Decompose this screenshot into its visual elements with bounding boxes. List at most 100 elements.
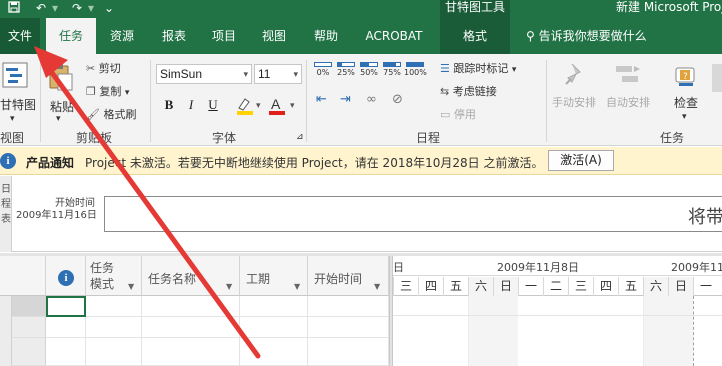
tab-report[interactable]: 报表 [152,18,196,54]
table-cell[interactable] [142,317,240,338]
percent-bar-icon [406,62,424,67]
row-header[interactable] [12,317,46,338]
group-view-label: 视图 [0,131,25,145]
table-cell[interactable] [46,317,86,338]
tab-resource[interactable]: 资源 [100,18,144,54]
activate-button[interactable]: 激活(A) [548,150,614,171]
redo-icon[interactable]: ↷ [72,1,82,15]
gantt-chart-area[interactable] [393,296,722,366]
percent-50-button[interactable]: 50% [358,62,380,77]
save-icon[interactable] [8,1,20,16]
percent-25-button[interactable]: 25% [335,62,357,77]
tab-format[interactable]: 格式 [440,18,510,54]
auto-schedule-button[interactable]: 自动安排 [606,94,650,110]
mark-on-track-button[interactable]: ☰ 跟踪时标记 ▾ [440,60,516,76]
unlink-tasks-icon[interactable]: ⊘ [392,92,403,107]
font-color-button[interactable]: A ▾ [268,96,300,116]
gantt-chart-button[interactable]: 甘特图 [0,96,36,113]
cut-button[interactable]: ✂ 剪切 [86,60,121,76]
day-label: 二 [543,277,568,296]
customize-quick-access-icon[interactable]: ⌄ [104,1,114,15]
copy-button[interactable]: ❐ 复制 ▾ [86,83,129,99]
respect-links-button[interactable]: ⇆ 考虑链接 [440,83,497,99]
highlight-icon: ▾ [237,98,261,115]
notice-title: 产品通知 [26,156,75,170]
tab-view[interactable]: 视图 [254,18,294,54]
column-header-start[interactable]: 开始时间 ▼ [308,256,389,296]
italic-button[interactable]: I [182,96,200,114]
gantt-dropdown-icon[interactable]: ▾ [10,114,15,124]
percent-0-button[interactable]: 0% [312,62,334,77]
row-header[interactable] [12,338,46,366]
tab-task[interactable]: 任务 [46,18,96,54]
inspect-button[interactable]: 检查 [674,94,698,111]
bold-button[interactable]: B [160,96,178,114]
table-cell[interactable] [240,296,308,317]
font-dialog-launcher-icon[interactable]: ⊿ [296,132,304,142]
table-cell[interactable] [142,296,240,317]
column-header-task-mode[interactable]: 任务 模式 ▼ [86,256,142,296]
inactivate-button[interactable]: ▭ 停用 [440,106,476,122]
copy-icon: ❐ [86,85,96,98]
redo-dropdown-icon[interactable]: ▾ [88,1,94,15]
undo-icon[interactable]: ↶ [36,1,46,15]
ribbon: 甘特图 ▾ 视图 粘贴 ▾ ✂ 剪切 ❐ 复制 ▾ 🖌 格式刷 剪贴板 SimS… [0,54,722,146]
search-icon: ⚲ [526,29,535,43]
font-size-select[interactable]: 11 ▾ [254,64,302,84]
day-label: 三 [568,277,593,296]
tab-help[interactable]: 帮助 [306,18,346,54]
format-painter-icon: 🖌 [86,108,100,121]
table-cell[interactable] [86,296,142,317]
underline-button[interactable]: U [204,96,222,114]
table-cell[interactable] [240,317,308,338]
highlight-color-button[interactable]: ▾ [236,96,266,116]
column-header-task-name[interactable]: 任务名称 ▼ [142,256,240,296]
table-cell[interactable] [308,296,389,317]
chevron-down-icon: ▼ [374,282,381,291]
tell-me-box[interactable]: ⚲ 告诉我你想要做什么 [526,18,647,54]
day-label: 一 [518,277,543,296]
chevron-down-icon: ▼ [294,282,301,291]
column-header-duration[interactable]: 工期 ▼ [240,256,308,296]
font-name-select[interactable]: SimSun ▾ [156,64,252,84]
percent-75-button[interactable]: 75% [381,62,403,77]
paste-button[interactable]: 粘贴 [50,98,74,115]
week-label: 2009年11月8日 [497,261,579,274]
indent-icon[interactable]: ⇥ [340,92,351,107]
active-cell[interactable] [46,296,86,317]
tab-acrobat[interactable]: ACROBAT [358,18,430,54]
table-cell[interactable] [308,317,389,338]
table-cell[interactable] [46,338,86,366]
day-label: 五 [443,277,468,296]
percent-100-button[interactable]: 100% [404,62,427,77]
paste-icon [48,62,74,92]
table-cell[interactable] [308,338,389,366]
respect-links-label: 考虑链接 [452,85,497,98]
inspect-icon: ? [672,64,700,92]
tab-file[interactable]: 文件 [0,18,40,54]
undo-dropdown-icon[interactable]: ▾ [52,1,58,15]
table-cell[interactable] [240,338,308,366]
table-cell[interactable] [142,338,240,366]
link-tasks-icon[interactable]: ∞ [366,92,377,107]
paste-dropdown-icon[interactable]: ▾ [56,114,61,124]
gantt-timescale: 日 2009年11月8日 2009年11 三 四 五 六 日 一 二 三 四 五… [393,256,722,296]
select-all-corner[interactable]: i [0,256,74,296]
table-cell[interactable] [86,317,142,338]
row-header[interactable] [12,296,46,317]
format-painter-button[interactable]: 🖌 格式刷 [86,106,136,122]
inspect-dropdown-icon[interactable]: ▾ [682,112,687,122]
outdent-icon[interactable]: ⇤ [316,92,327,107]
manually-schedule-button[interactable]: 手动安排 [552,94,596,110]
week-label: 2009年11 [671,261,722,274]
table-cell[interactable] [86,338,142,366]
font-color-icon: A ▾ [269,96,295,115]
timeline-pane[interactable]: 日程表 开始时间 2009年11月16日 将带 [0,176,722,252]
gantt-view: i i 任务 模式 ▼ 任务名称 ▼ 工期 ▼ 开始时间 ▼ [0,253,722,366]
move-icon[interactable] [712,64,722,92]
tab-project[interactable]: 项目 [204,18,244,54]
timeline-bar[interactable] [104,196,722,232]
day-label: 三 [393,277,418,296]
notice-message: Project 未激活。若要无中断地继续使用 Project，请在 2018年1… [85,156,544,170]
auto-schedule-icon [614,62,642,88]
